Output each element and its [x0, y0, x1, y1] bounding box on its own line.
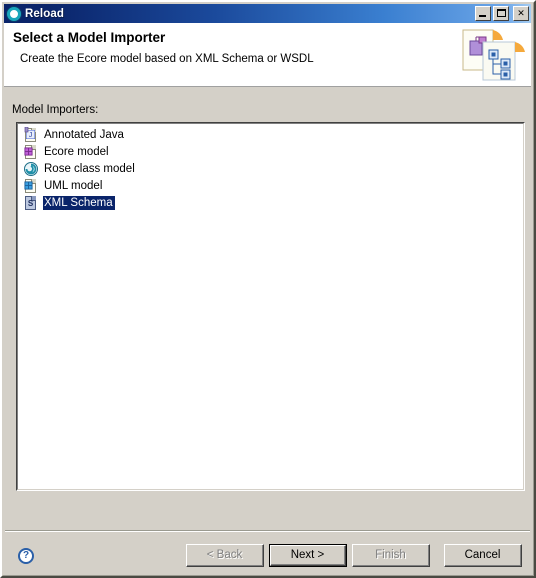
- list-item-ecore-model[interactable]: Ecore model: [20, 143, 523, 160]
- minimize-button[interactable]: [475, 6, 491, 21]
- xml-schema-file-icon: S: [23, 195, 39, 211]
- finish-button[interactable]: Finish: [352, 544, 430, 567]
- back-button-label: < Back: [187, 545, 263, 566]
- dialog-window-inner: Reload ✕ Select a Model Importer Create …: [2, 2, 534, 576]
- list-item-label: XML Schema: [43, 195, 115, 210]
- annotated-java-file-icon: J: [23, 126, 39, 143]
- maximize-button[interactable]: [493, 6, 509, 21]
- rose-class-model-icon: [23, 161, 39, 177]
- next-button-label: Next >: [271, 546, 345, 565]
- reload-circle-icon: [7, 6, 21, 21]
- uml-model-file-icon: [23, 178, 39, 194]
- list-item-label: UML model: [44, 179, 103, 192]
- dialog-window: Reload ✕ Select a Model Importer Create …: [0, 0, 536, 578]
- window-title: Reload: [25, 7, 64, 20]
- cancel-button-label: Cancel: [445, 545, 521, 566]
- wizard-header: Select a Model Importer Create the Ecore…: [4, 23, 531, 87]
- finish-button-label: Finish: [353, 545, 429, 566]
- cancel-button[interactable]: Cancel: [444, 544, 522, 567]
- svg-text:S: S: [28, 199, 34, 208]
- close-button[interactable]: ✕: [513, 6, 529, 21]
- footer-separator: [5, 530, 530, 532]
- ecore-model-file-icon: [23, 144, 39, 160]
- help-icon-label: ?: [22, 550, 30, 561]
- page-description: Create the Ecore model based on XML Sche…: [20, 53, 314, 65]
- page-title: Select a Model Importer: [13, 30, 166, 45]
- title-bar[interactable]: Reload ✕: [4, 4, 531, 23]
- list-item-rose-class-model[interactable]: Rose class model: [20, 160, 523, 177]
- list-item-uml-model[interactable]: UML model: [20, 177, 523, 194]
- list-item-xml-schema[interactable]: S XML Schema: [20, 194, 523, 211]
- back-button[interactable]: < Back: [186, 544, 264, 567]
- list-label: Model Importers:: [12, 104, 99, 116]
- list-item-label: Rose class model: [44, 162, 135, 175]
- list-item-label: Ecore model: [44, 145, 109, 158]
- close-icon: ✕: [517, 8, 525, 18]
- next-button[interactable]: Next >: [269, 544, 347, 567]
- help-question-icon[interactable]: ?: [18, 548, 34, 564]
- model-importers-list: J Annotated Java Ecore model Rose class …: [17, 123, 524, 490]
- list-item-label: Annotated Java: [44, 128, 124, 141]
- list-item-annotated-java[interactable]: J Annotated Java: [20, 126, 523, 143]
- model-importers-listbox[interactable]: J Annotated Java Ecore model Rose class …: [16, 122, 525, 491]
- button-bar: < Back Next > Finish Cancel: [186, 544, 522, 567]
- model-import-documents-icon: [459, 26, 525, 83]
